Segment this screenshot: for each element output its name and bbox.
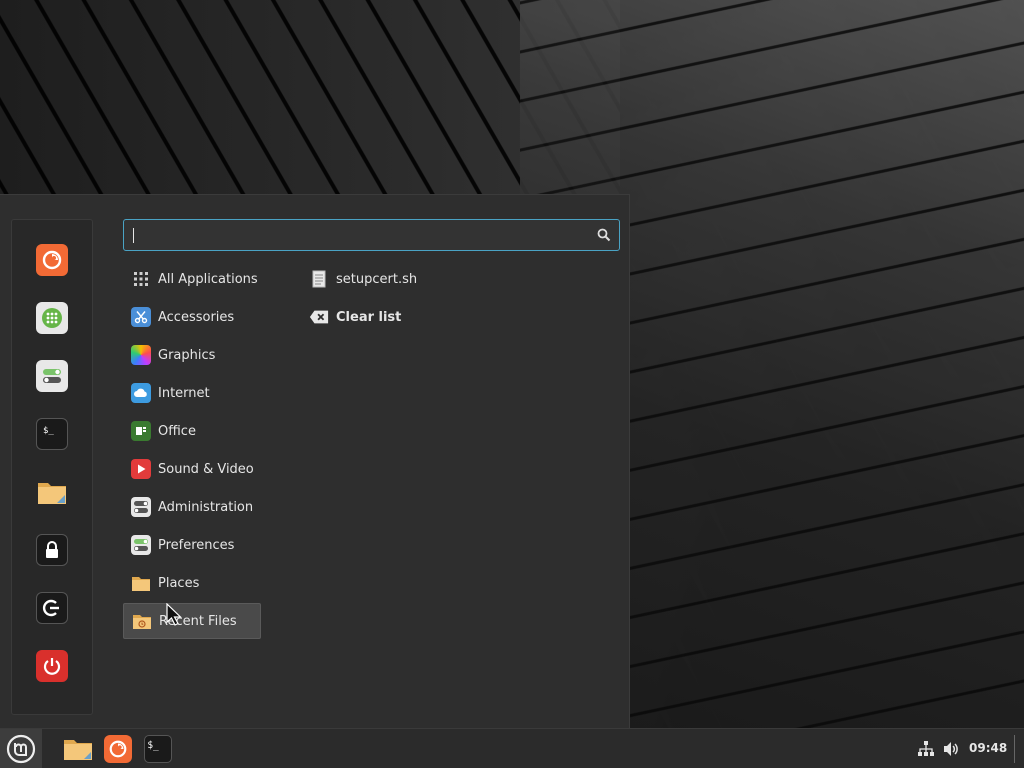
search-box[interactable] (123, 219, 620, 251)
recent-folder-icon (132, 611, 152, 631)
lock-icon (46, 541, 58, 558)
favorite-system-settings[interactable] (36, 360, 68, 392)
favorite-log-out[interactable] (36, 592, 68, 624)
recent-file-item[interactable]: setupcert.sh (303, 261, 417, 297)
settings-toggle-icon (43, 369, 61, 383)
category-recent-files[interactable]: Recent Files (123, 603, 261, 639)
search-icon (597, 228, 611, 242)
taskbar-files-launcher[interactable] (62, 733, 94, 765)
application-menu: $_ All Applications Accessories Graphics… (0, 194, 630, 728)
logout-icon (42, 599, 59, 617)
admin-toggle-icon (131, 497, 151, 517)
taskbar-firefox-launcher[interactable] (102, 733, 134, 765)
preferences-toggle-icon (131, 535, 151, 555)
clear-icon (309, 307, 329, 327)
clock[interactable]: 09:48 (969, 741, 1007, 755)
category-label: Accessories (158, 309, 235, 325)
category-label: Preferences (158, 537, 235, 553)
software-manager-icon (42, 308, 62, 328)
taskbar-terminal-launcher[interactable]: $_ (142, 733, 174, 765)
category-accessories[interactable]: Accessories (123, 299, 261, 335)
category-administration[interactable]: Administration (123, 489, 261, 525)
text-file-icon (309, 269, 329, 289)
category-label: Internet (158, 385, 210, 401)
category-label: Sound & Video (158, 461, 254, 477)
svg-text:$_: $_ (43, 426, 54, 436)
play-icon (131, 459, 151, 479)
category-sound-video[interactable]: Sound & Video (123, 451, 261, 487)
menu-button[interactable] (0, 729, 42, 768)
category-label: Graphics (158, 347, 216, 363)
category-places[interactable]: Places (123, 565, 261, 601)
firefox-icon (104, 735, 132, 763)
taskbar: $_ 09:48 (0, 728, 1024, 768)
favorite-firefox[interactable] (36, 244, 68, 276)
office-icon (131, 421, 151, 441)
favorite-terminal[interactable]: $_ (36, 418, 68, 450)
search-input[interactable] (132, 226, 582, 244)
firefox-icon (42, 250, 62, 270)
favorite-lock-screen[interactable] (36, 534, 68, 566)
mint-logo-icon (6, 734, 36, 764)
category-all-applications[interactable]: All Applications (123, 261, 261, 297)
category-label: Places (158, 575, 200, 591)
terminal-icon: $_ (43, 426, 54, 436)
show-desktop-button[interactable] (1014, 735, 1018, 763)
category-internet[interactable]: Internet (123, 375, 261, 411)
recent-file-label: setupcert.sh (336, 271, 418, 287)
folder-icon (38, 483, 66, 504)
clear-list-button[interactable]: Clear list (303, 299, 401, 335)
category-label: All Applications (158, 271, 258, 287)
svg-text:$_: $_ (147, 740, 159, 751)
grid-icon (131, 269, 151, 289)
scissors-icon (131, 307, 151, 327)
cloud-icon (131, 383, 151, 403)
graphics-icon (131, 345, 151, 365)
favorite-software-manager[interactable] (36, 302, 68, 334)
folder-icon (131, 573, 151, 593)
category-graphics[interactable]: Graphics (123, 337, 261, 373)
category-label: Administration (158, 499, 254, 515)
text-caret (133, 228, 134, 243)
favorite-files[interactable] (36, 476, 68, 508)
favorite-quit[interactable] (36, 650, 68, 682)
network-icon[interactable] (917, 740, 935, 758)
terminal-icon: $_ (144, 735, 172, 763)
category-label: Office (158, 423, 196, 439)
category-preferences[interactable]: Preferences (123, 527, 261, 563)
power-icon (43, 658, 61, 675)
mouse-cursor-icon (166, 603, 182, 626)
favorites-sidebar: $_ (11, 219, 93, 715)
category-office[interactable]: Office (123, 413, 261, 449)
folder-icon (64, 740, 92, 760)
volume-icon[interactable] (942, 740, 960, 758)
clear-list-label: Clear list (336, 309, 402, 325)
